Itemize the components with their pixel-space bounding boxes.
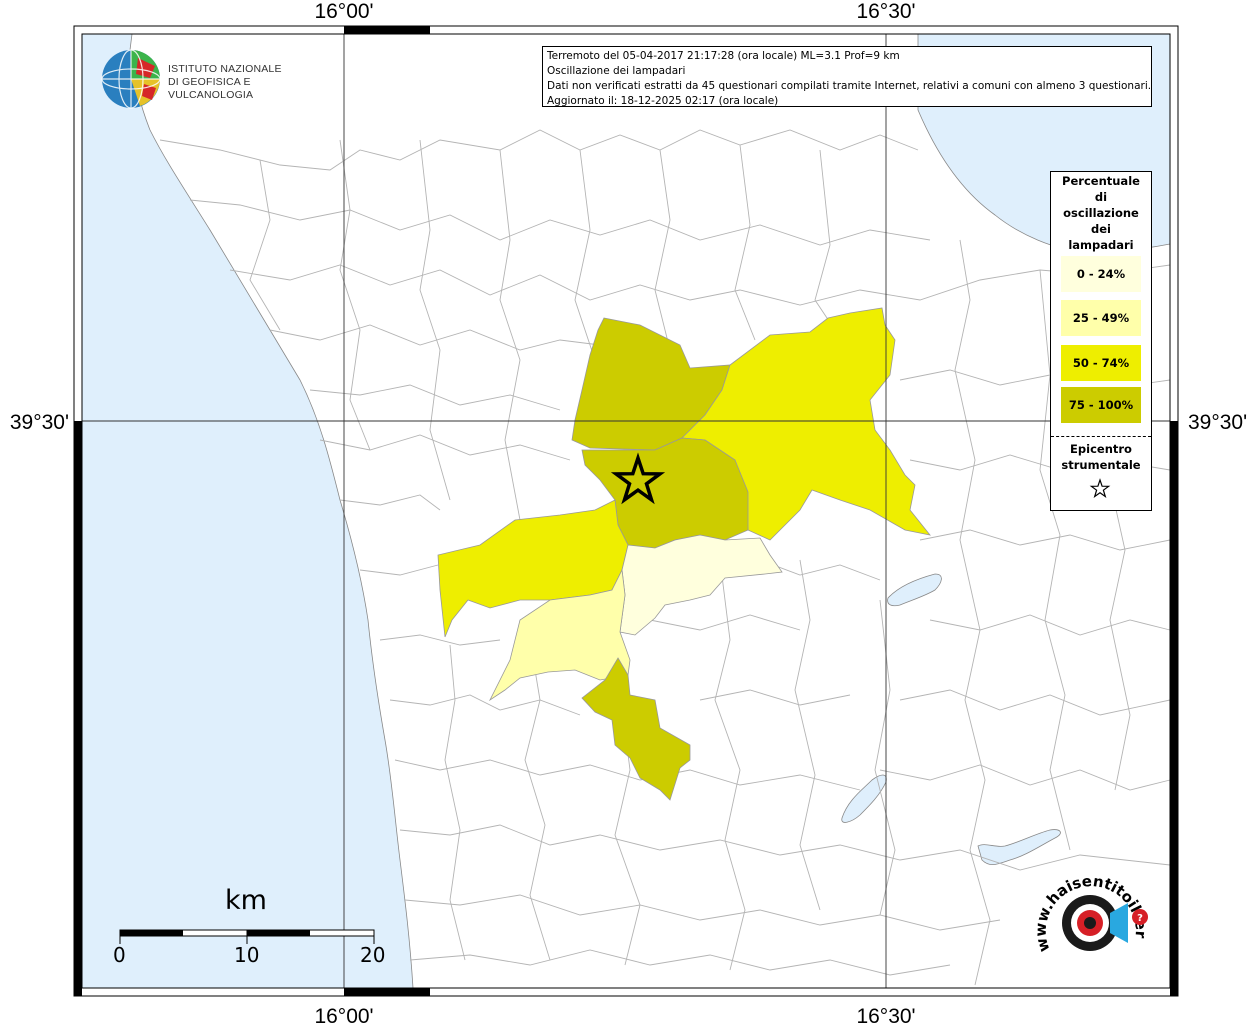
legend: Percentuale di oscillazione dei lampadar…	[1050, 171, 1152, 511]
legend-title-line: lampadari	[1068, 238, 1134, 252]
info-line-updated: Aggiornato il: 18-12-2025 02:17 (ora loc…	[547, 95, 779, 107]
lat-label-right: 39°30'	[1188, 411, 1247, 434]
legend-star-icon	[1089, 478, 1111, 499]
legend-class-50-74: 50 - 74%	[1061, 345, 1141, 381]
info-line-data-note: Dati non verificati estratti da 45 quest…	[547, 80, 1152, 92]
legend-title-line: oscillazione	[1063, 206, 1139, 220]
lat-label-left: 39°30'	[10, 411, 69, 434]
scale-title: km	[225, 885, 267, 916]
legend-class-label: 50 - 74%	[1072, 356, 1130, 370]
ingv-logo: ISTITUTO NAZIONALE DI GEOFISICA E VULCAN…	[100, 48, 320, 110]
legend-epicenter-label: Epicentro strumentale	[1051, 441, 1151, 473]
scale-label-0: 0	[113, 943, 126, 967]
legend-class-label: 25 - 49%	[1072, 311, 1130, 325]
scale-label-10: 10	[234, 943, 260, 967]
legend-separator	[1051, 436, 1151, 437]
lon-label-bottom-right: 16°30'	[856, 1005, 915, 1024]
hai-sentito-logo: www.haisentitoilterremoto.it ?	[1012, 841, 1160, 980]
legend-class-75-100: 75 - 100%	[1061, 387, 1141, 423]
info-line-parameter: Oscillazione dei lampadari	[547, 65, 686, 77]
legend-class-0-24: 0 - 24%	[1061, 256, 1141, 292]
legend-title-line: Percentuale	[1062, 174, 1140, 188]
legend-title: Percentuale di oscillazione dei lampadar…	[1051, 172, 1151, 253]
legend-class-label: 75 - 100%	[1068, 398, 1134, 412]
hai-sentito-badge-icon: www.haisentitoilterremoto.it ?	[1012, 841, 1150, 954]
legend-title-line: di	[1094, 190, 1108, 204]
lon-label-top-right: 16°30'	[856, 0, 915, 23]
legend-class-25-49: 25 - 49%	[1061, 300, 1141, 336]
legend-title-line: dei	[1091, 222, 1111, 236]
svg-text:?: ?	[1137, 913, 1143, 924]
scale-label-20: 20	[360, 943, 386, 967]
globe-icon	[101, 49, 161, 109]
legend-class-label: 0 - 24%	[1076, 267, 1126, 281]
logo-line-1: ISTITUTO NAZIONALE	[168, 63, 282, 75]
logo-line-2: DI GEOFISICA E VULCANOLOGIA	[168, 76, 254, 101]
legend-epicenter-line: Epicentro	[1070, 442, 1132, 456]
info-box: Terremoto del 05-04-2017 21:17:28 (ora l…	[542, 46, 1152, 107]
lon-label-top-left: 16°00'	[314, 0, 373, 23]
lon-label-bottom-left: 16°00'	[314, 1005, 373, 1024]
legend-epicenter-line: strumentale	[1061, 458, 1141, 472]
info-line-event: Terremoto del 05-04-2017 21:17:28 (ora l…	[547, 50, 900, 62]
